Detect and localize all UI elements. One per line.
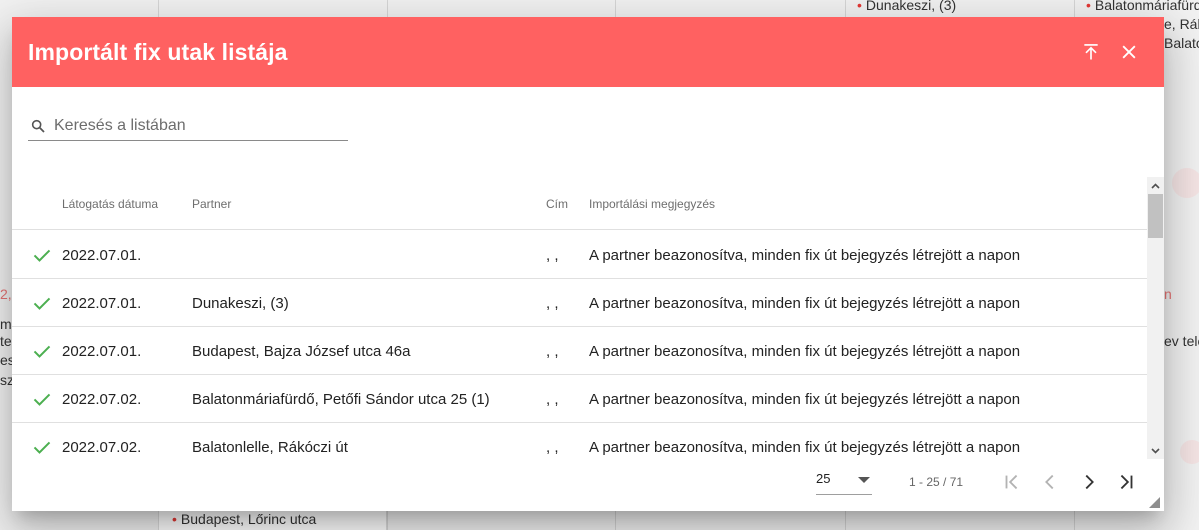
column-header-partner[interactable]: Partner — [192, 197, 231, 211]
cell-partner: Budapest, Bajza József utca 46a — [192, 343, 411, 360]
check-icon — [33, 297, 51, 310]
cell-partner: Dunakeszi, (3) — [192, 295, 289, 312]
import-table: Látogatás dátuma Partner Cím Importálási… — [12, 177, 1164, 459]
page-size-select[interactable]: 25 — [816, 471, 872, 495]
table-row[interactable]: 2022.07.01. , , A partner beazonosítva, … — [12, 231, 1147, 279]
table-row[interactable]: 2022.07.01. Budapest, Bajza József utca … — [12, 327, 1147, 375]
bg-decoration — [1180, 440, 1199, 464]
dropdown-arrow-icon — [858, 477, 870, 483]
next-page-button[interactable] — [1076, 469, 1102, 495]
next-page-icon — [1085, 474, 1094, 490]
check-icon — [33, 393, 51, 406]
first-page-icon — [1005, 474, 1018, 490]
scrollbar-thumb[interactable] — [1148, 194, 1163, 238]
close-icon — [1122, 45, 1136, 59]
bg-event: • Dunakeszi, (3) — [857, 0, 957, 13]
chevron-up-icon — [1151, 182, 1160, 189]
bg-event: Balatonfürd — [1164, 35, 1199, 51]
move-to-top-button[interactable] — [1072, 33, 1110, 71]
chevron-down-icon — [1151, 447, 1160, 454]
previous-page-button[interactable] — [1037, 469, 1063, 495]
dialog-title: Importált fix utak listája — [28, 38, 288, 65]
last-page-icon — [1120, 474, 1133, 490]
close-button[interactable] — [1110, 33, 1148, 71]
cell-note: A partner beazonosítva, minden fix út be… — [589, 391, 1021, 408]
move-to-top-icon — [1084, 44, 1098, 60]
bg-event: • Balatonmáriafürd — [1086, 0, 1199, 13]
page-range-label: 1 - 25 / 71 — [909, 475, 964, 489]
cell-note: A partner beazonosítva, minden fix út be… — [589, 439, 1021, 456]
table-row[interactable]: 2022.07.02. Balatonlelle, Rákóczi út , ,… — [12, 423, 1147, 459]
previous-page-icon — [1045, 474, 1054, 490]
bg-decoration — [1172, 168, 1199, 198]
page-size-value: 25 — [816, 471, 831, 486]
cell-date: 2022.07.01. — [62, 295, 142, 312]
cell-date: 2022.07.02. — [62, 391, 142, 408]
check-icon — [33, 441, 51, 454]
table-row[interactable]: 2022.07.01. Dunakeszi, (3) , , A partner… — [12, 279, 1147, 327]
bg-event: ev tele — [1164, 333, 1199, 349]
column-header-date[interactable]: Látogatás dátuma — [62, 197, 158, 211]
last-page-button[interactable] — [1113, 469, 1139, 495]
scroll-down-button[interactable] — [1147, 442, 1164, 459]
check-icon — [33, 249, 51, 262]
bg-event: n — [1164, 286, 1172, 302]
column-header-address[interactable]: Cím — [546, 197, 568, 211]
cell-date: 2022.07.01. — [62, 343, 142, 360]
cell-date: 2022.07.01. — [62, 247, 142, 264]
search-input[interactable] — [54, 116, 348, 135]
table-header: Látogatás dátuma Partner Cím Importálási… — [12, 177, 1147, 230]
cell-address: , , — [546, 343, 559, 360]
resize-handle[interactable] — [1149, 497, 1160, 508]
cell-date: 2022.07.02. — [62, 439, 142, 456]
table-row[interactable]: 2022.07.02. Balatonmáriafürdő, Petőfi Sá… — [12, 375, 1147, 423]
cell-note: A partner beazonosítva, minden fix út be… — [589, 343, 1021, 360]
cell-partner: Balatonlelle, Rákóczi út — [192, 439, 348, 456]
cell-note: A partner beazonosítva, minden fix út be… — [589, 295, 1021, 312]
bg-event: m — [0, 316, 12, 332]
cell-partner: Balatonmáriafürdő, Petőfi Sándor utca 25… — [192, 391, 490, 408]
cell-address: , , — [546, 439, 559, 456]
table-scrollbar[interactable] — [1147, 177, 1164, 459]
cell-address: , , — [546, 247, 559, 264]
cell-address: , , — [546, 391, 559, 408]
cell-note: A partner beazonosítva, minden fix út be… — [589, 247, 1021, 264]
cell-address: , , — [546, 295, 559, 312]
bg-event: e, Rákó — [1164, 16, 1199, 32]
search-icon — [31, 119, 45, 133]
paginator: 25 1 - 25 / 71 — [12, 459, 1164, 511]
import-dialog: Importált fix utak listája Látogatás dát… — [12, 17, 1164, 511]
search-field — [28, 111, 348, 141]
bg-event: • Budapest, Lőrinc utca — [172, 511, 317, 527]
dialog-header: Importált fix utak listája — [12, 17, 1164, 87]
first-page-button[interactable] — [999, 469, 1025, 495]
scroll-up-button[interactable] — [1147, 177, 1164, 194]
column-header-note[interactable]: Importálási megjegyzés — [589, 197, 715, 211]
check-icon — [33, 345, 51, 358]
